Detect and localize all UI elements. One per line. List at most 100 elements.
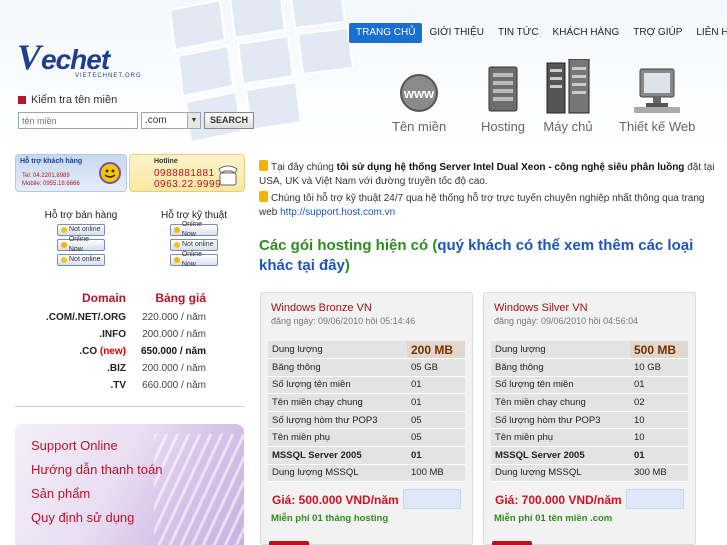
spec-row: Băng thông 10 GB xyxy=(491,358,688,377)
tld-select[interactable]: .com ▼ xyxy=(141,112,201,129)
support-mobile: Mobile: 0955.18.6666 xyxy=(22,181,80,187)
domain-search-label: Kiểm tra tên miền xyxy=(31,94,118,106)
package-card: Windows Bronze VN đăng ngày: 09/06/2010 … xyxy=(260,292,473,545)
nav-news[interactable]: TIN TỨC xyxy=(491,23,546,43)
price-domain: .CO xyxy=(79,346,98,357)
domain-search: Kiểm tra tên miền .com ▼ SEARCH xyxy=(18,94,258,129)
hotline-banner[interactable]: Hotline 0988881881 0963.22.9999 xyxy=(129,154,245,192)
spec-row: Dung lượng MSSQL 300 MB xyxy=(491,464,688,483)
site-logo[interactable]: V echet VIETECHNET.ORG xyxy=(17,37,157,82)
support-tel: Tel: 04.2201.8989 xyxy=(22,173,70,179)
sales-status-2[interactable]: Online Now xyxy=(57,236,105,253)
price-domain: .COM/.NET/.ORG xyxy=(46,312,126,323)
nav-help[interactable]: TRỢ GIÚP xyxy=(626,23,689,43)
price-col-price: Bảng giá xyxy=(155,291,206,305)
price-value: 650.000 / năm xyxy=(140,346,206,357)
svg-text:www: www xyxy=(403,86,435,101)
order-button[interactable] xyxy=(269,541,309,545)
nav-home[interactable]: TRANG CHỦ xyxy=(349,23,423,43)
package-name[interactable]: Windows Silver VN xyxy=(494,302,588,314)
spec-row: MSSQL Server 2005 01 xyxy=(491,446,688,465)
price-row: .INFO 200.000 / năm xyxy=(15,326,245,343)
nav-contact[interactable]: LIÊN HỆ xyxy=(689,23,727,43)
new-badge: (new) xyxy=(99,346,126,357)
price-highlight xyxy=(403,489,461,509)
menu-payment-guide[interactable]: Hướng dẫn thanh toán xyxy=(31,462,162,477)
price-domain: .BIZ xyxy=(107,363,126,374)
server-icon xyxy=(478,60,528,115)
package-spec-table: Dung lượng 200 MB Băng thông 05 GB Số lượn… xyxy=(268,341,465,483)
tech-status-3[interactable]: Online Now xyxy=(170,251,218,268)
side-menu: Support Online Hướng dẫn thanh toán Sản … xyxy=(15,424,244,545)
status-icon xyxy=(61,227,67,233)
spec-row: Dung lượng 200 MB xyxy=(268,341,465,360)
order-button[interactable] xyxy=(492,541,532,545)
menu-products[interactable]: Sản phẩm xyxy=(31,486,90,501)
smiley-icon xyxy=(99,162,121,184)
spec-row: Số lượng hòm thư POP3 05 xyxy=(268,411,465,430)
status-label: Online Now xyxy=(68,236,90,253)
package-name[interactable]: Windows Bronze VN xyxy=(271,302,372,314)
package-date: đăng ngày: 09/06/2010 hồi 05:14:46 xyxy=(271,316,416,326)
globe-icon: www xyxy=(394,60,444,115)
status-icon xyxy=(61,257,67,263)
folder-icon xyxy=(259,160,268,171)
telephone-icon xyxy=(218,165,238,186)
domain-name-input[interactable] xyxy=(18,112,138,129)
spec-row: Dung lượng 500 MB xyxy=(491,341,688,360)
price-value: 200.000 / năm xyxy=(142,329,206,340)
price-value: 660.000 / năm xyxy=(142,380,206,391)
spec-row: Tên miền phụ 05 xyxy=(268,428,465,448)
hosting-title-text: Các gói hosting hiện có ( xyxy=(259,237,438,254)
sales-support-title: Hỗ trợ bán hàng xyxy=(44,210,118,221)
spec-row: Số lượng tên miền 01 xyxy=(491,376,688,395)
price-row: .TV 660.000 / năm xyxy=(15,377,245,394)
status-icon xyxy=(61,242,67,248)
nav-about[interactable]: GIỚI THIỆU xyxy=(422,23,491,43)
menu-terms[interactable]: Quy định sử dụng xyxy=(31,510,134,525)
spec-row: Số lượng hòm thư POP3 10 xyxy=(491,411,688,430)
sales-status-3[interactable]: Not online xyxy=(57,254,105,266)
status-label: Not online xyxy=(69,256,101,263)
status-label: Online Now xyxy=(181,251,203,268)
package-promo: Miễn phí 01 tháng hosting xyxy=(271,513,389,524)
price-row: .COM/.NET/.ORG 220.000 / năm xyxy=(15,309,245,326)
logo-name: echet xyxy=(41,44,110,75)
domain-price-table: Domain Bảng giá .COM/.NET/.ORG 220.000 /… xyxy=(15,291,245,407)
left-sidebar: Hỗ trợ khách hàng Tel: 04.2201.8989 Mobi… xyxy=(15,150,245,407)
package-card: Windows Silver VN đăng ngày: 09/06/2010 … xyxy=(483,292,696,545)
service-webdesign[interactable]: Thiết kế Web xyxy=(619,60,695,134)
bullet-square-icon xyxy=(18,96,26,104)
service-domain-label: Tên miền xyxy=(392,119,447,134)
sales-support: Hỗ trợ bán hàng Not online Online Now No… xyxy=(40,210,122,269)
package-price: Giá: 700.000 VND/năm xyxy=(495,493,622,507)
customer-support-banner[interactable]: Hỗ trợ khách hàng Tel: 04.2201.8989 Mobi… xyxy=(15,154,127,192)
tld-selected-value: .com xyxy=(145,115,167,126)
domain-search-title: Kiểm tra tên miền xyxy=(18,94,258,106)
service-domain[interactable]: www Tên miền xyxy=(392,60,446,134)
menu-support-online[interactable]: Support Online xyxy=(31,438,118,453)
tech-status-1[interactable]: Online Now xyxy=(170,221,218,238)
service-hosting[interactable]: Hosting xyxy=(478,60,528,134)
service-server[interactable]: Máy chủ xyxy=(543,59,593,134)
spec-row: Dung lượng MSSQL 100 MB xyxy=(268,464,465,483)
nav-customers[interactable]: KHÁCH HÀNG xyxy=(546,23,627,43)
price-col-domain: Domain xyxy=(81,291,126,305)
support-banner-title: Hỗ trợ khách hàng xyxy=(20,158,83,165)
package-promo: Miễn phí 01 tên miền .com xyxy=(494,513,613,524)
price-row: .CO (new) 650.000 / năm xyxy=(15,343,245,360)
tech-support: Hỗ trợ kỹ thuật Online Now Not online On… xyxy=(153,210,235,269)
package-date: đăng ngày: 09/06/2010 hồi 04:56:04 xyxy=(494,316,639,326)
service-webdesign-label: Thiết kế Web xyxy=(619,119,696,134)
price-row: .BIZ 200.000 / năm xyxy=(15,360,245,377)
spec-row: Băng thông 05 GB xyxy=(268,358,465,377)
monitor-icon xyxy=(632,60,682,115)
status-icon xyxy=(174,257,180,263)
package-price: Giá: 500.000 VND/năm xyxy=(272,493,399,507)
divider xyxy=(15,406,245,407)
server-rack-icon xyxy=(543,59,593,115)
hotline-phone-2: 0963.22.9999 xyxy=(154,179,222,190)
spec-row: Tên miền chạy chung 02 xyxy=(491,393,688,412)
support-link[interactable]: http://support.host.com.vn xyxy=(280,207,395,218)
search-button[interactable]: SEARCH xyxy=(204,112,255,129)
